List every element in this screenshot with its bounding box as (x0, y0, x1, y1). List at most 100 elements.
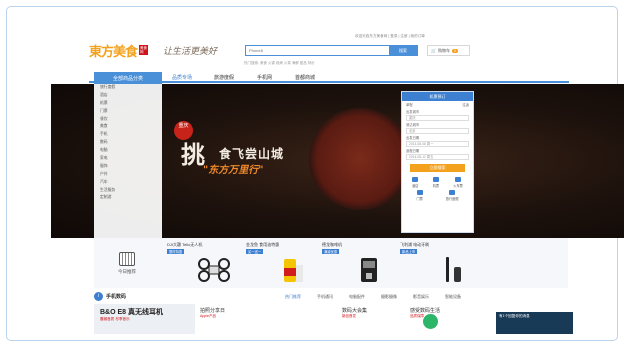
cart-button[interactable]: 🛒 购物车 0 (427, 45, 470, 56)
featured-product-sub: 震撼音质 尽享音乐 (100, 317, 130, 321)
mini-card-title: 感受数码生活 (410, 308, 441, 314)
promo-title: 飞利浦 电动牙刷 (400, 242, 430, 247)
site-logo[interactable]: 東方美食 美食网 (89, 40, 149, 60)
banner-subtitle: "东方万里行" (203, 165, 264, 176)
sidebar-item[interactable]: 机票 (94, 100, 162, 108)
chat-bubble-icon[interactable] (423, 314, 438, 329)
site-slogan: 让生活更美好 (163, 47, 218, 57)
ticket-label: 门票 (416, 197, 423, 201)
sidebar-item[interactable]: 家电 (94, 155, 162, 163)
return-date-input[interactable]: 2014-08-12 周五 (406, 154, 469, 160)
chat-label: 有1个回复你的消息 (499, 314, 530, 318)
mini-card[interactable]: 数码大会集 新品首发 (342, 307, 367, 319)
promo-title: 德龙咖啡机 (322, 242, 342, 247)
to-label: 到达城市 (406, 123, 420, 127)
section-title: 手机数码 (106, 294, 127, 300)
cart-label: 购物车 (437, 47, 450, 53)
search-input[interactable] (246, 46, 389, 55)
category-sidebar: 旅行度假 酒店 机票 门票 餐饮 美食 手机 数码 电脑 家电 服饰 户外 汽车… (94, 84, 162, 238)
hotel-shortcut[interactable]: 酒店 (412, 177, 418, 188)
sidebar-item[interactable]: 定制游 (94, 194, 162, 202)
hotel-icon (412, 177, 419, 182)
promo-tag: 买一送一 (246, 249, 264, 254)
sidebar-item[interactable]: 电脑 (94, 147, 162, 155)
mini-card-title: 拍照分享日 (200, 308, 226, 314)
tab-computer[interactable]: 电脑配件 (349, 294, 365, 300)
search-bar: 搜索 (245, 45, 418, 56)
promo-card[interactable]: DJI大疆 Tello无人机 限时特惠 (167, 242, 257, 286)
nav-item-quality[interactable]: 品质专场 (172, 74, 192, 81)
sidebar-item[interactable]: 生活服务 (94, 187, 162, 195)
flight-shortcut[interactable]: 机票 (433, 177, 439, 188)
oil-bottle-image (284, 259, 303, 282)
mini-card-title: 数码大会集 (342, 308, 368, 314)
promo-tag: 限时特惠 (167, 249, 185, 254)
nav-item-mobile[interactable]: 手机网 (257, 74, 272, 81)
sidebar-item[interactable]: 美食 (94, 123, 162, 131)
booking-widget: 机票预订 单程 往返 出发城市 重庆 到达城市 北京 出发日期 2014-08-… (401, 91, 474, 233)
date-label: 出发日期 (406, 136, 420, 140)
tab-phone[interactable]: 手机通讯 (317, 294, 333, 300)
tour-shortcut[interactable]: 旅行度假 (446, 190, 459, 201)
hot-search-words[interactable]: 热门搜索: 美食 火锅 烧烤 川菜 海鲜 甜品 特价 (244, 61, 315, 66)
logo-badge: 美食网 (139, 45, 149, 55)
top-links[interactable]: 欢迎光临东方美食网 | 登录 | 注册 | 我的订单 (355, 34, 425, 39)
toothbrush-image (446, 257, 461, 282)
banner-big-char: 挑 (181, 140, 205, 169)
mini-card-sub: 新品首发 (342, 314, 356, 318)
plane-icon (432, 177, 439, 182)
sidebar-item[interactable]: 门票 (94, 108, 162, 116)
sidebar-item[interactable]: 数码 (94, 139, 162, 147)
sidebar-item[interactable]: 户外 (94, 171, 162, 179)
sidebar-item[interactable]: 手机 (94, 131, 162, 139)
from-label: 出发城市 (406, 110, 420, 114)
nav-item-travel[interactable]: 旅游度假 (214, 74, 234, 81)
chat-popup[interactable]: 有1个回复你的消息 (496, 312, 573, 334)
promo-card[interactable]: 飞利浦 电动牙刷 新品上市 (400, 242, 490, 286)
all-categories-button[interactable]: 全部商品分类 (94, 72, 162, 84)
promo-card[interactable]: 德龙咖啡机 满减优惠 (322, 242, 412, 286)
today-recommend[interactable]: 今日推荐 (99, 241, 155, 285)
banner-title: 食飞尝山城 (219, 147, 285, 161)
today-label: 今日推荐 (118, 268, 136, 274)
search-button[interactable]: 搜索 (389, 46, 417, 55)
mini-card[interactable]: 拍照分享日 Apple产品 (200, 307, 225, 319)
cart-icon: 🛒 (431, 48, 436, 53)
tab-smart[interactable]: 智能设备 (445, 294, 461, 300)
return-label: 返程日期 (406, 149, 420, 153)
cart-count-badge: 0 (451, 48, 458, 53)
booking-search-button[interactable]: 立即搜索 (410, 164, 465, 172)
coffee-machine-image (361, 258, 377, 282)
logo-text: 東方美食 (89, 43, 138, 59)
drone-image (198, 258, 230, 282)
trip-round-radio[interactable]: 往返 (462, 102, 469, 107)
train-shortcut[interactable]: 火车票 (453, 177, 463, 188)
hotel-label: 酒店 (412, 184, 419, 188)
ticket-icon (416, 190, 423, 195)
featured-product-title: B&O E8 真无线耳机 (100, 309, 164, 316)
sidebar-item[interactable]: 服饰 (94, 163, 162, 171)
trip-one-way-radio[interactable]: 单程 (406, 102, 413, 107)
sidebar-item[interactable]: 餐饮 (94, 116, 162, 124)
train-icon (455, 177, 462, 182)
sidebar-item[interactable]: 汽车 (94, 179, 162, 187)
featured-product-card[interactable]: B&O E8 真无线耳机 震撼音质 尽享音乐 (94, 304, 195, 334)
promo-tag: 新品上市 (400, 249, 418, 254)
suitcase-icon (449, 190, 456, 195)
mini-card-sub: Apple产品 (200, 314, 216, 318)
tab-camera[interactable]: 摄影摄像 (381, 294, 397, 300)
calendar-icon (119, 251, 135, 266)
tab-av[interactable]: 影音娱乐 (413, 294, 429, 300)
train-label: 火车票 (453, 184, 463, 188)
sidebar-item[interactable]: 旅行度假 (94, 84, 162, 92)
promo-tag: 满减优惠 (322, 249, 340, 254)
hotpot-image (309, 108, 411, 210)
nav-item-mall[interactable]: 首都商城 (295, 74, 315, 81)
sidebar-item[interactable]: 酒店 (94, 92, 162, 100)
booking-header: 机票预订 (402, 92, 473, 101)
info-icon: i (94, 292, 103, 301)
tab-hot[interactable]: 热门推荐 (285, 294, 301, 300)
ticket-shortcut[interactable]: 门票 (416, 190, 423, 201)
tour-label: 旅行度假 (445, 197, 459, 201)
flight-label: 机票 (432, 184, 440, 188)
